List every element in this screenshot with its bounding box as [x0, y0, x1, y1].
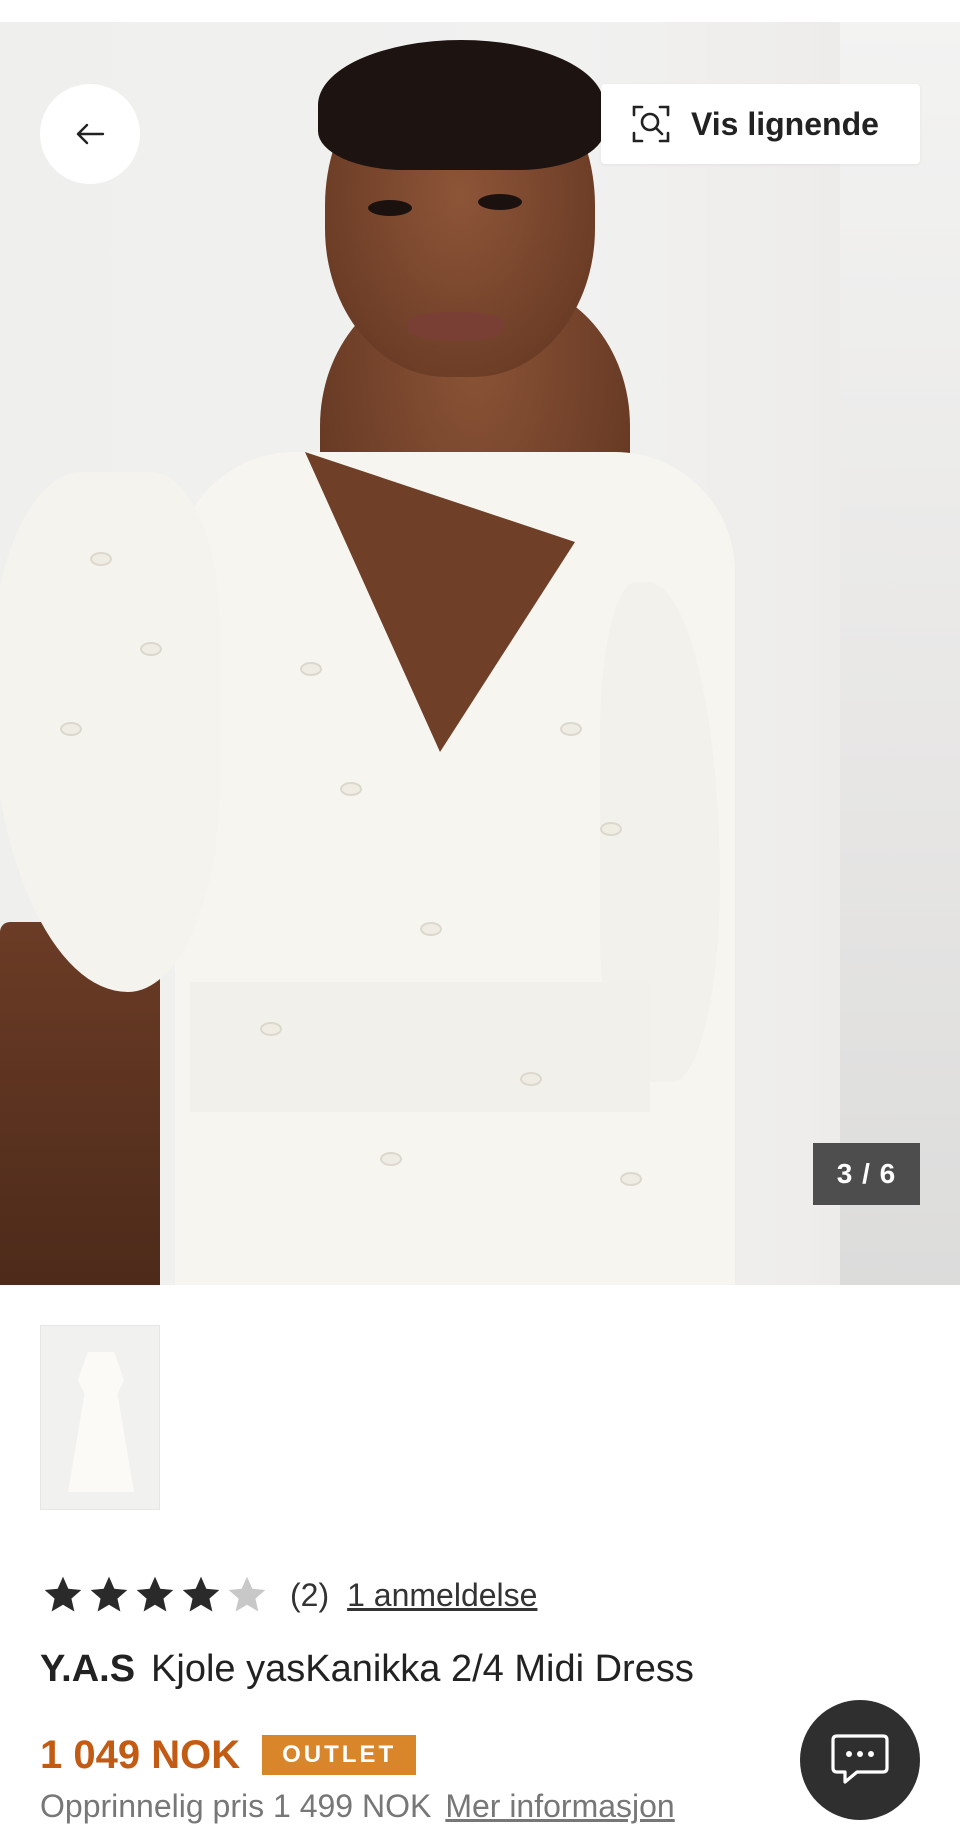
model-eye-right	[478, 194, 522, 210]
product-rating: (2) 1 anmeldelse	[40, 1570, 537, 1620]
eyelet-pattern	[300, 662, 322, 676]
star-filled-icon	[136, 1576, 174, 1612]
star-empty-icon	[228, 1576, 266, 1612]
eyelet-pattern	[420, 922, 442, 936]
rating-stars	[40, 1573, 270, 1617]
thumbnail-dress-image	[68, 1352, 134, 1492]
eyelet-pattern	[620, 1172, 642, 1186]
original-price-row: Opprinnelig pris 1 499 NOK Mer informasjo…	[40, 1788, 675, 1825]
eyelet-pattern	[340, 782, 362, 796]
back-button[interactable]	[40, 84, 140, 184]
visual-search-icon	[631, 104, 671, 144]
image-counter: 3 / 6	[813, 1143, 920, 1205]
eyelet-pattern	[90, 552, 112, 566]
model-hair	[318, 40, 604, 170]
original-price: Opprinnelig pris 1 499 NOK	[40, 1788, 432, 1824]
product-title: Y.A.S Kjole yasKanikka 2/4 Midi Dress	[40, 1648, 694, 1691]
star-filled-icon	[182, 1576, 220, 1612]
chat-bubble-icon	[831, 1734, 889, 1784]
outlet-badge: OUTLET	[262, 1735, 417, 1775]
eyelet-pattern	[520, 1072, 542, 1086]
star-filled-icon	[90, 1576, 128, 1612]
eyelet-pattern	[560, 722, 582, 736]
arrow-left-icon	[76, 123, 105, 145]
chat-button[interactable]	[800, 1700, 920, 1820]
more-info-link[interactable]: Mer informasjon	[445, 1788, 674, 1824]
model-lips	[408, 312, 504, 340]
dress-waist	[190, 982, 650, 1112]
rating-count: (2)	[290, 1576, 330, 1613]
image-background-strip	[840, 22, 960, 1285]
price-row: 1 049 NOK OUTLET	[40, 1730, 417, 1780]
product-price: 1 049 NOK	[40, 1732, 241, 1777]
model-eye-left	[368, 200, 412, 216]
top-bar	[0, 0, 960, 22]
product-brand: Y.A.S	[40, 1648, 136, 1690]
show-similar-label: Vis lignende	[691, 105, 879, 142]
eyelet-pattern	[140, 642, 162, 656]
product-name: Kjole yasKanikka 2/4 Midi Dress	[151, 1648, 694, 1690]
product-image-gallery[interactable]: Vis lignende 3 / 6	[0, 22, 960, 1285]
show-similar-button[interactable]: Vis lignende	[601, 84, 920, 164]
image-thumbnail[interactable]	[40, 1325, 160, 1510]
reviews-link[interactable]: 1 anmeldelse	[347, 1577, 537, 1614]
eyelet-pattern	[600, 822, 622, 836]
star-filled-icon	[44, 1576, 82, 1612]
eyelet-pattern	[60, 722, 82, 736]
dress-sleeve-left	[0, 472, 220, 992]
eyelet-pattern	[260, 1022, 282, 1036]
eyelet-pattern	[380, 1152, 402, 1166]
